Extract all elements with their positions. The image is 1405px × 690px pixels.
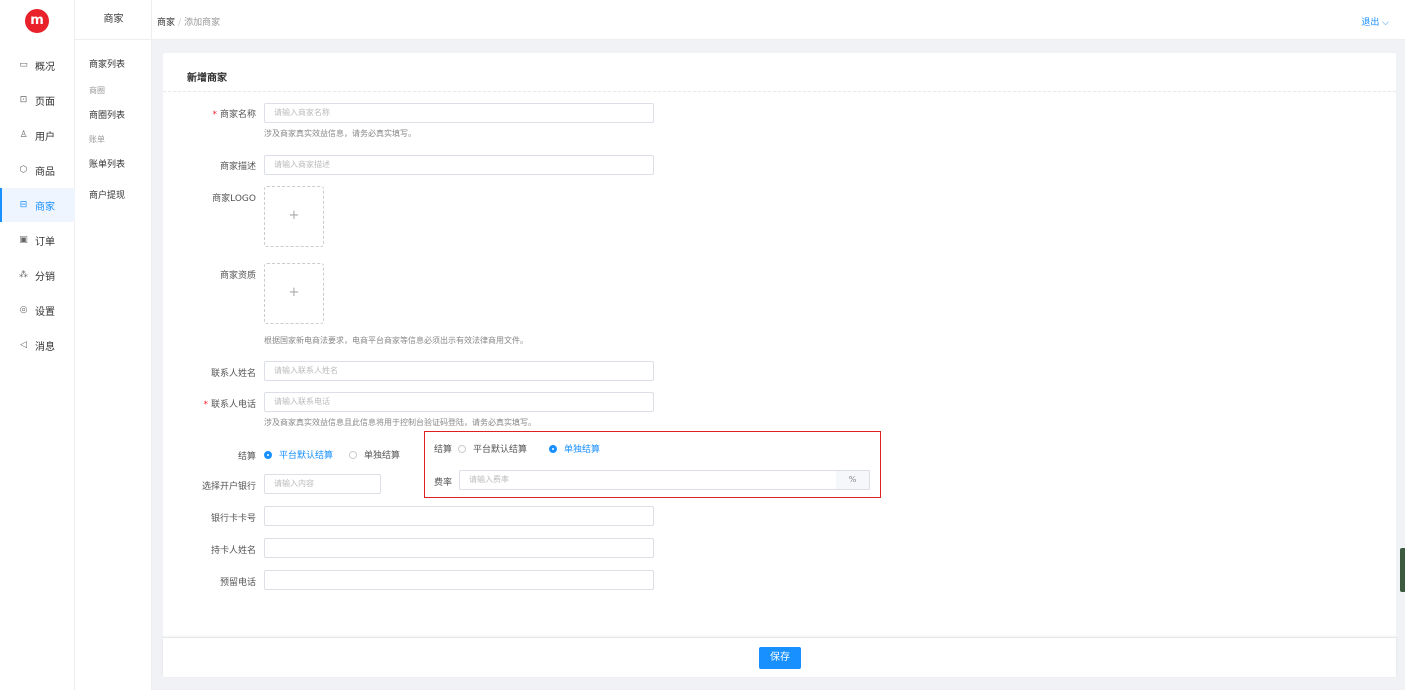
bank-select-input[interactable]: 请输入内容 bbox=[264, 474, 381, 494]
subnav-item-bill-list[interactable]: 账单列表 bbox=[89, 157, 125, 170]
contact-name-input[interactable]: 请输入联系人姓名 bbox=[264, 361, 654, 381]
main-sidebar: m ▭ 概况 ⊡ 页面 ♙ 用户 ⬡ 商品 ⊟ 商家 ▣ 订单 ⁂ 分销 ◎ 设置 ◁ 消息 bbox=[0, 0, 75, 690]
holder-name-input[interactable] bbox=[264, 538, 654, 558]
contact-phone-label: * 联系人电话 bbox=[203, 400, 256, 410]
subnav-group-bills: 账单 bbox=[89, 135, 105, 144]
breadcrumb: 商家 / 添加商家 bbox=[157, 15, 220, 28]
goods-icon: ⬡ bbox=[19, 164, 28, 175]
radio-dot bbox=[264, 450, 272, 459]
reserved-phone-input[interactable] bbox=[264, 570, 654, 590]
breadcrumb-root[interactable]: 商家 bbox=[157, 18, 175, 28]
top-bar: 商家 / 添加商家 退出 ⌵ bbox=[152, 0, 1405, 40]
page-title: 新增商家 bbox=[187, 73, 227, 84]
qualification-upload-button[interactable]: + bbox=[264, 263, 324, 324]
user-icon: ♙ bbox=[19, 129, 28, 140]
nav-item-label: 设置 bbox=[35, 306, 55, 318]
hl-settlement-label: 结算 bbox=[434, 445, 453, 455]
contact-phone-input[interactable]: 请输入联系电话 bbox=[264, 392, 654, 412]
contact-name-label: 联系人姓名 bbox=[210, 369, 256, 379]
radio-separate-settlement[interactable]: 单独结算 bbox=[349, 448, 400, 461]
nav-item-6[interactable]: ⁂ 分销 bbox=[0, 258, 75, 292]
settlement-highlight-box: 结算 平台默认结算 单独结算 费率 请输入费率 % bbox=[424, 431, 881, 498]
subnav-group-business-district: 商圈 bbox=[89, 86, 105, 95]
subnav-item-district-list[interactable]: 商圈列表 bbox=[89, 108, 125, 121]
merchant-qualification-label: 商家资质 bbox=[219, 271, 256, 281]
hl-radio-separate-settlement[interactable]: 单独结算 bbox=[549, 442, 600, 455]
distribution-icon: ⁂ bbox=[19, 269, 28, 280]
merchant-name-label: * 商家名称 bbox=[212, 110, 256, 120]
page-icon: ⊡ bbox=[19, 94, 28, 105]
nav-item-7[interactable]: ◎ 设置 bbox=[0, 293, 75, 327]
settings-icon: ◎ bbox=[19, 304, 28, 315]
merchant-icon: ⊟ bbox=[19, 199, 28, 210]
logout-button[interactable]: 退出 ⌵ bbox=[1361, 15, 1389, 28]
nav-item-label: 用户 bbox=[35, 131, 55, 143]
card-number-label: 银行卡卡号 bbox=[210, 514, 256, 524]
subnav-title: 商家 bbox=[75, 0, 152, 40]
nav-item-label: 概况 bbox=[35, 61, 55, 73]
radio-dot bbox=[349, 450, 357, 459]
nav-item-4[interactable]: ⊟ 商家 bbox=[0, 188, 75, 222]
logo-upload-button[interactable]: + bbox=[264, 186, 324, 247]
nav-item-label: 页面 bbox=[35, 96, 55, 108]
nav-item-label: 消息 bbox=[35, 341, 55, 353]
breadcrumb-current: 添加商家 bbox=[184, 18, 221, 28]
merchant-logo-label: 商家LOGO bbox=[212, 194, 256, 204]
hl-radio-platform-settlement[interactable]: 平台默认结算 bbox=[458, 442, 527, 455]
nav-item-8[interactable]: ◁ 消息 bbox=[0, 328, 75, 362]
hl-rate-label: 费率 bbox=[434, 478, 453, 488]
floating-side-widget[interactable] bbox=[1400, 548, 1405, 592]
nav-item-5[interactable]: ▣ 订单 bbox=[0, 223, 75, 257]
sub-sidebar: 商家 商家列表 商圈 商圈列表 账单 账单列表 商户提现 bbox=[75, 0, 152, 690]
merchant-name-input[interactable]: 请输入商家名称 bbox=[264, 103, 654, 123]
holder-name-label: 持卡人姓名 bbox=[210, 546, 256, 556]
subnav-item-merchant-list[interactable]: 商家列表 bbox=[89, 57, 125, 70]
qualification-hint: 根据国家新电商法要求，电商平台商家等信息必须出示有效法律商用文件。 bbox=[264, 336, 528, 345]
nav-item-2[interactable]: ♙ 用户 bbox=[0, 118, 75, 152]
bank-label: 选择开户银行 bbox=[201, 482, 256, 492]
radio-dot bbox=[458, 444, 466, 453]
save-button[interactable]: 保存 bbox=[759, 647, 801, 669]
dashboard-icon: ▭ bbox=[19, 59, 28, 70]
nav-item-label: 分销 bbox=[35, 271, 55, 283]
brand-logo[interactable]: m bbox=[25, 9, 49, 33]
merchant-desc-input[interactable]: 请输入商家描述 bbox=[264, 155, 654, 175]
required-mark: * bbox=[212, 110, 217, 120]
nav-item-0[interactable]: ▭ 概况 bbox=[0, 48, 75, 82]
message-icon: ◁ bbox=[20, 339, 27, 350]
rate-percent-suffix: % bbox=[836, 470, 870, 490]
title-divider bbox=[163, 91, 1396, 92]
order-icon: ▣ bbox=[19, 234, 28, 245]
reserved-phone-label: 预留电话 bbox=[219, 578, 256, 588]
breadcrumb-separator: / bbox=[178, 18, 182, 28]
nav-item-1[interactable]: ⊡ 页面 bbox=[0, 83, 75, 117]
nav-item-label: 商家 bbox=[35, 201, 55, 213]
merchant-desc-label: 商家描述 bbox=[219, 162, 256, 172]
merchant-name-hint: 涉及商家真实效益信息，请务必真实填写。 bbox=[264, 129, 416, 138]
radio-platform-settlement[interactable]: 平台默认结算 bbox=[264, 448, 333, 461]
radio-dot bbox=[549, 444, 557, 453]
settlement-label: 结算 bbox=[237, 452, 256, 462]
contact-phone-hint: 涉及商家真实效益信息且此信息将用于控制台验证码登陆，请务必真实填写。 bbox=[264, 418, 536, 427]
nav-item-label: 订单 bbox=[35, 236, 55, 248]
nav-item-3[interactable]: ⬡ 商品 bbox=[0, 153, 75, 187]
rate-input[interactable]: 请输入费率 bbox=[459, 470, 837, 490]
nav-item-label: 商品 bbox=[35, 166, 55, 178]
footer-bar: 保存 bbox=[163, 638, 1396, 677]
card-number-input[interactable] bbox=[264, 506, 654, 526]
subnav-item-withdrawal[interactable]: 商户提现 bbox=[89, 188, 125, 201]
